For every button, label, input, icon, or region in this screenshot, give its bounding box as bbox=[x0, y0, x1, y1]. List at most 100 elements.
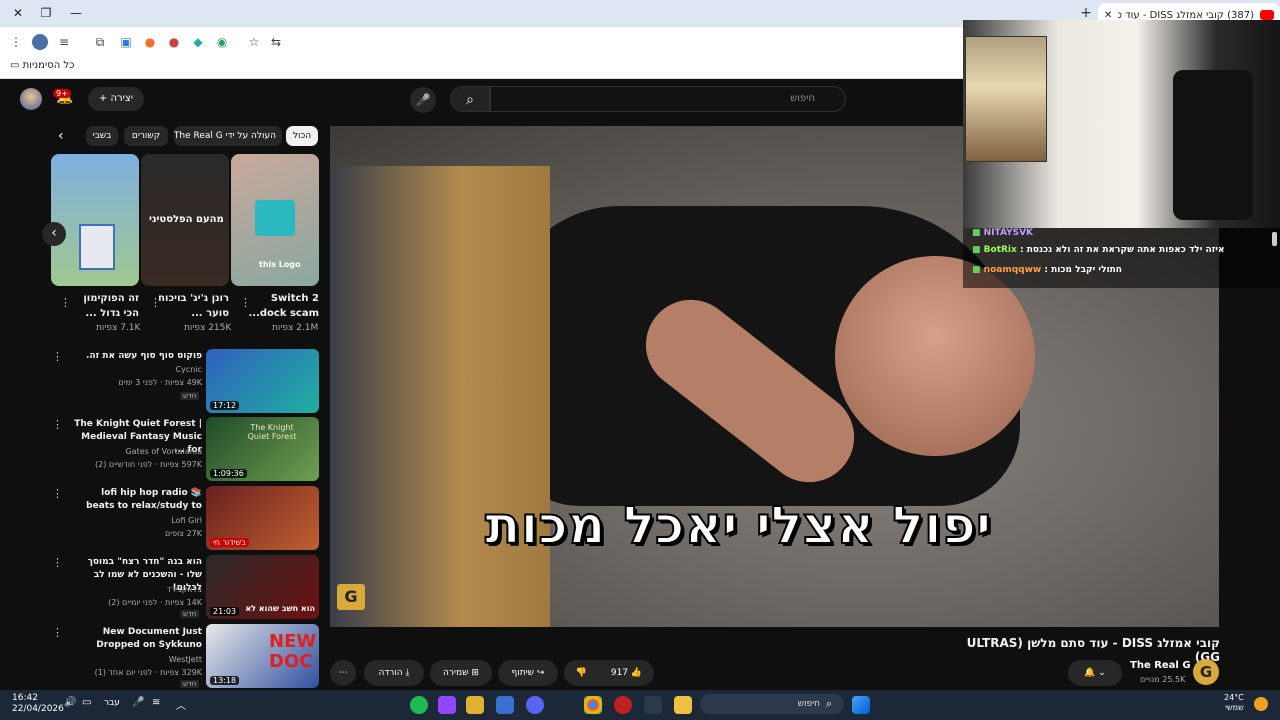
extension-icon-4[interactable]: ◆ bbox=[190, 34, 206, 50]
extension-icon-2[interactable]: ● bbox=[142, 34, 158, 50]
more-options-icon[interactable]: ⋮ bbox=[52, 418, 63, 431]
short-title[interactable]: זה הפוקימון הכי גדול ... bbox=[67, 291, 139, 321]
subscriber-count: 25.5K מנויים bbox=[1140, 675, 1186, 684]
more-options-icon[interactable]: ⋮ bbox=[52, 556, 63, 569]
chips-prev-icon[interactable]: ‹ bbox=[58, 128, 64, 144]
rec-channel[interactable]: Cycnic bbox=[74, 364, 202, 376]
short-overlay-text: this Logo bbox=[259, 260, 301, 269]
shorts-prev-icon[interactable]: ‹ bbox=[42, 222, 66, 246]
steam-icon[interactable] bbox=[554, 696, 572, 714]
more-options-icon[interactable]: ⋮ bbox=[52, 626, 63, 639]
voice-search-icon[interactable]: 🎤 bbox=[410, 87, 436, 113]
chip-related[interactable]: קשורים bbox=[124, 126, 168, 146]
rec-channel[interactable]: בלאקבירד bbox=[74, 584, 203, 596]
short-thumb[interactable] bbox=[51, 154, 139, 286]
wifi-icon[interactable]: ≋ bbox=[152, 697, 160, 708]
weather-temp: 24°C bbox=[1224, 693, 1244, 702]
search-icon[interactable]: ⌕ bbox=[450, 86, 490, 112]
chip-all[interactable]: הכול bbox=[286, 126, 318, 146]
chair bbox=[1173, 70, 1253, 220]
chip-uploaded-by[interactable]: העולה על ידי The Real G bbox=[174, 126, 282, 146]
short-title[interactable]: רונן ג'יג' בויכוח סוער ... bbox=[157, 291, 229, 321]
start-icon[interactable] bbox=[852, 696, 870, 714]
chrome-icon[interactable] bbox=[584, 696, 602, 714]
subscribe-bell-button[interactable]: 🔔 ⌄ bbox=[1068, 660, 1122, 686]
more-actions-button[interactable]: ⋯ bbox=[330, 660, 356, 686]
short-title[interactable]: Switch 2 dock scam... bbox=[247, 291, 319, 321]
close-window-icon[interactable]: ✕ bbox=[6, 4, 30, 22]
twitch-icon[interactable] bbox=[438, 696, 456, 714]
language-indicator[interactable]: עבר bbox=[104, 698, 120, 708]
extension-icon[interactable]: ▣ bbox=[118, 34, 134, 50]
more-options-icon[interactable]: ⋮ bbox=[52, 487, 63, 500]
save-button[interactable]: שמירה ⊞ bbox=[430, 660, 492, 686]
video-thumbnail[interactable]: The Knight Quiet Forest 1:09:36 bbox=[206, 417, 319, 481]
tray-expand-icon[interactable]: ︿ bbox=[176, 697, 186, 712]
video-thumbnail[interactable]: בשידור חי bbox=[206, 486, 319, 550]
rec-channel[interactable]: Lofi Girl bbox=[74, 515, 202, 527]
short-views: 2.1M צפיות bbox=[272, 323, 319, 333]
short-views: 7.1K צפיות bbox=[96, 323, 141, 333]
all-bookmarks-link[interactable]: ▭ כל הסימניות bbox=[10, 60, 74, 71]
menu-icon[interactable]: ⋮ bbox=[8, 34, 24, 50]
more-options-icon[interactable]: ⋮ bbox=[240, 296, 251, 309]
chat-text: איזה ילד כאפות אתה שקראת את זה ולא נכנסת bbox=[1026, 245, 1225, 255]
chip-more[interactable]: בשבי bbox=[86, 126, 118, 146]
avatar[interactable] bbox=[20, 88, 42, 110]
channel-name[interactable]: The Real G bbox=[1130, 660, 1191, 671]
more-options-icon[interactable]: ⋮ bbox=[52, 350, 63, 363]
extension-icon-3[interactable]: ● bbox=[166, 34, 182, 50]
video-thumbnail[interactable]: 17:12 bbox=[206, 349, 319, 413]
chat-line: ■ noamqqww : חתולי יקבל מכות bbox=[972, 265, 1122, 275]
profile-icon[interactable] bbox=[32, 34, 48, 50]
media-icon[interactable]: ≡ bbox=[56, 34, 72, 50]
minimize-window-icon[interactable]: — bbox=[64, 4, 88, 22]
bookmark-star-icon[interactable]: ☆ bbox=[246, 34, 262, 50]
more-options-icon[interactable]: ⋮ bbox=[150, 296, 161, 309]
clock[interactable]: 16:42 22/04/2026 bbox=[12, 693, 64, 715]
chat-user: noamqqww bbox=[983, 265, 1042, 275]
more-options-icon[interactable]: ⋮ bbox=[60, 296, 71, 309]
share-button[interactable]: שיתוף ↪ bbox=[498, 660, 558, 686]
volume-icon[interactable]: 🔊 bbox=[64, 697, 76, 708]
tab-close-icon[interactable]: ✕ bbox=[1104, 10, 1112, 21]
duration-badge: 21:03 bbox=[210, 607, 240, 616]
app-icon-2[interactable] bbox=[614, 696, 632, 714]
rec-title[interactable]: lofi hip hop radio 📚 beats to relax/stud… bbox=[74, 487, 202, 513]
new-tab-button[interactable]: + bbox=[1078, 5, 1094, 21]
extension-icon-5[interactable]: ◉ bbox=[214, 34, 230, 50]
rec-meta: 329K צפיות · לפני יום אחד (1) bbox=[94, 668, 202, 677]
restore-window-icon[interactable]: ❐ bbox=[34, 4, 58, 22]
create-button[interactable]: + יצירה bbox=[88, 87, 144, 111]
rec-title[interactable]: פוקוס סוף סוף עשה את זה. bbox=[74, 350, 202, 363]
channel-avatar[interactable]: G bbox=[1193, 659, 1219, 685]
chat-scrollbar[interactable] bbox=[1272, 232, 1277, 246]
discord-icon[interactable] bbox=[526, 696, 544, 714]
search-input[interactable]: חיפוש bbox=[490, 86, 846, 112]
site-info-icon[interactable]: ⇆ bbox=[268, 34, 284, 50]
terminal-icon[interactable] bbox=[644, 696, 662, 714]
extensions-icon[interactable]: ⧉ bbox=[92, 34, 108, 50]
short-thumb[interactable]: this Logo bbox=[231, 154, 319, 286]
short-thumb[interactable]: מהעם הפלסטיני bbox=[141, 154, 229, 286]
rec-channel[interactable]: Gates of Vortalania bbox=[74, 446, 202, 458]
taskbar bbox=[0, 690, 1280, 720]
duration-badge: 1:09:36 bbox=[210, 469, 247, 478]
spotify-icon[interactable] bbox=[410, 696, 428, 714]
like-button[interactable]: 917 👍 bbox=[611, 660, 642, 686]
channel-watermark-icon[interactable]: G bbox=[337, 584, 365, 610]
mic-tray-icon[interactable]: 🎤 bbox=[132, 697, 144, 708]
video-thumbnail[interactable]: הוא חשב שהוא לא 21:03 bbox=[206, 555, 319, 619]
rec-channel[interactable]: WestJett bbox=[74, 654, 202, 666]
weather-widget[interactable]: 24°C שמשי bbox=[1224, 693, 1244, 713]
app-icon[interactable] bbox=[466, 696, 484, 714]
network-icon[interactable]: ▭ bbox=[82, 697, 91, 708]
chat-text: חתולי יקבל מכות bbox=[1051, 265, 1122, 275]
notepad-icon[interactable] bbox=[496, 696, 514, 714]
video-thumbnail[interactable]: NEW DOC 13:18 bbox=[206, 624, 319, 688]
dislike-button[interactable]: 👎 bbox=[576, 660, 587, 686]
file-explorer-icon[interactable] bbox=[674, 696, 692, 714]
rec-title[interactable]: New Document Just Dropped on Sykkuno bbox=[74, 626, 202, 652]
taskbar-search[interactable]: חיפוש bbox=[700, 694, 844, 714]
download-button[interactable]: הורדה ⤓ bbox=[364, 660, 424, 686]
